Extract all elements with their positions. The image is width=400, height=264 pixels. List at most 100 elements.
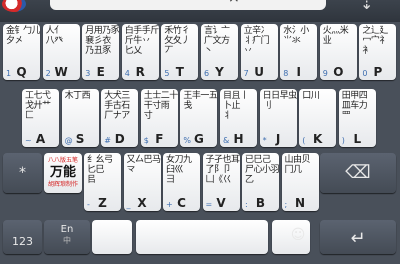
key-roots: 口川 xyxy=(302,91,320,101)
key-letter: X xyxy=(137,196,147,210)
key-roots: 水氵小 ⺌氺 xyxy=(283,26,309,46)
key-letter: U xyxy=(254,65,264,79)
language-label-en: En xyxy=(60,224,74,235)
key-y[interactable]: 言讠亠 广文方 丶6Y xyxy=(201,24,238,80)
key-letter: E xyxy=(96,65,105,79)
key-letter: K xyxy=(313,132,323,146)
language-switch-key[interactable]: En 中 xyxy=(44,220,90,254)
numbers-key[interactable]: 123 xyxy=(3,220,42,254)
collapse-keyboard-icon[interactable]: ⇣ xyxy=(360,0,373,13)
key-roots: 金钅勹儿 夕㐅 xyxy=(6,26,40,46)
key-p[interactable]: 之辶廴 冖宀礻 衤0P xyxy=(359,24,397,80)
key-letter: C xyxy=(177,196,186,210)
key-roots: 木丁西 xyxy=(64,91,91,101)
emoji-icon: ☺ xyxy=(290,227,306,243)
wanneng-title: 八八版五笔 xyxy=(47,157,78,164)
candidate-item[interactable]: — xyxy=(130,0,144,6)
key-letter: I xyxy=(296,65,301,79)
key-roots: 子孑也耳 了阝卩 凵《巜 xyxy=(205,155,240,185)
key-letter: Z xyxy=(98,196,107,210)
key-e[interactable]: 月用乃豕 㐮彡衣 乃丑豕 3 E xyxy=(82,24,120,80)
key-roots: 之辶廴 冖宀礻 衤 xyxy=(362,26,388,56)
key-q[interactable]: 金钅勹儿 夕㐅 1 Q xyxy=(3,24,40,80)
key-roots: 王丰一五 戋 xyxy=(183,91,218,111)
key-letter: B xyxy=(255,196,266,210)
space-key[interactable] xyxy=(136,220,268,254)
key-letter: D xyxy=(114,132,125,146)
wanneng-key[interactable]: 八八版五笔 万能 胡辉琅制作 xyxy=(44,153,82,193)
key-roots: 纟幺弓 匕巳 㠯 xyxy=(87,155,113,185)
enter-icon: ↵ xyxy=(350,228,366,249)
key-letter: V xyxy=(216,196,226,210)
key-d[interactable]: 大犬三 手古石 厂ナア # D xyxy=(101,89,139,147)
candidate-item[interactable]: × xyxy=(228,0,240,6)
key-letter: O xyxy=(333,65,344,79)
key-letter: S xyxy=(75,132,85,146)
key-roots: 又厶巴马 龴 xyxy=(126,155,161,175)
key-roots: 女刀九 臼巛 ⺕ xyxy=(166,155,192,185)
key-letter: A xyxy=(35,132,46,146)
wanneng-subtitle: 胡辉琅制作 xyxy=(47,181,78,188)
key-b[interactable]: 已巳己 尸心小羽 乙:B xyxy=(242,153,279,211)
numbers-label: 123 xyxy=(12,235,33,248)
key-roots: 已巳己 尸心小羽 乙 xyxy=(245,155,279,185)
language-label-zh: 中 xyxy=(63,236,71,245)
key-f[interactable]: 土士二十 干寸雨 寸 $ F xyxy=(140,89,178,147)
key-roots: 立辛冫 丬疒门 丷 xyxy=(243,26,270,56)
key-h[interactable]: 目且丨 卜止 丬 & H xyxy=(220,89,257,147)
key-t[interactable]: 禾竹彳 攵夂丿 丆5T xyxy=(161,24,199,80)
key-roots: 月用乃豕 㐮彡衣 乃丑豕 xyxy=(85,26,120,56)
wanneng-label: 万能 xyxy=(49,165,76,180)
key-roots: 日日早虫 刂 xyxy=(262,91,297,111)
comma-key[interactable] xyxy=(92,220,132,254)
key-letter: W xyxy=(54,65,68,79)
key-roots: 土士二十 干寸雨 寸 xyxy=(143,91,178,121)
key-n[interactable]: 山由贝 冂几; N xyxy=(281,153,319,211)
top-bar: — × — ⇣ xyxy=(0,0,400,22)
key-i[interactable]: 水氵小 ⺌氺 8 I xyxy=(280,24,318,80)
key-letter: L xyxy=(353,132,362,146)
star-key[interactable]: * xyxy=(3,153,42,193)
key-c[interactable]: 女刀九 臼巛 ⺕ + C xyxy=(163,153,200,211)
emoji-key[interactable]: ☺ xyxy=(278,220,318,254)
key-roots: 山由贝 冂几 xyxy=(284,155,311,175)
key-w[interactable]: 人亻 八癶 2 W xyxy=(42,24,80,80)
key-s[interactable]: 木丁西 @ S xyxy=(61,89,99,147)
key-l[interactable]: 田甲四 皿车力 罒) L xyxy=(338,89,376,147)
key-a[interactable]: 工七弋 戈廾艹 匚 ~ A xyxy=(22,89,59,147)
star-label: * xyxy=(19,165,26,181)
backspace-key[interactable]: ⌫ xyxy=(320,153,396,193)
key-x[interactable]: 又厶巴马 龴 _ X xyxy=(123,153,161,211)
key-roots: 火灬米 业 xyxy=(322,26,349,46)
key-roots: 工七弋 戈廾艹 匚 xyxy=(25,91,51,121)
key-g[interactable]: 王丰一五 戋% G xyxy=(180,89,218,147)
key-k[interactable]: 口川(K xyxy=(299,89,337,147)
key-letter: G xyxy=(193,132,204,146)
key-roots: 白手手斤 斤牛丷 匕乂 xyxy=(124,26,159,56)
key-roots: 田甲四 皿车力 罒 xyxy=(341,91,368,121)
candidate-item[interactable]: — xyxy=(280,0,294,6)
key-letter: F xyxy=(155,132,164,146)
key-u[interactable]: 立辛冫 丬疒门 丷7U xyxy=(240,24,278,80)
backspace-icon: ⌫ xyxy=(345,162,371,183)
key-v[interactable]: 子孑也耳 了阝卩 凵《巜 = V xyxy=(202,153,240,211)
key-letter: Q xyxy=(16,65,27,79)
key-j[interactable]: 日日早虫 刂 * J xyxy=(259,89,297,147)
key-roots: 目且丨 卜止 丬 xyxy=(223,91,249,121)
key-z[interactable]: 纟幺弓 匕巳 㠯-Z xyxy=(84,153,121,211)
key-roots: 言讠亠 广文方 丶 xyxy=(204,26,230,56)
candidate-bar[interactable]: — × — xyxy=(50,0,326,10)
key-roots: 大犬三 手古石 厂ナア xyxy=(104,91,130,121)
key-letter: H xyxy=(233,132,244,146)
key-letter: Y xyxy=(215,65,224,79)
key-r[interactable]: 白手手斤 斤牛丷 匕乂 4 R xyxy=(121,24,159,80)
key-letter: N xyxy=(294,196,306,210)
input-method-logo-icon[interactable] xyxy=(2,0,26,12)
key-letter: R xyxy=(135,65,145,79)
key-o[interactable]: 火灬米 业9O xyxy=(319,24,357,80)
key-letter: T xyxy=(175,65,184,79)
key-letter: J xyxy=(275,132,281,146)
key-letter: P xyxy=(373,65,383,79)
key-roots: 禾竹彳 攵夂丿 丆 xyxy=(164,26,190,56)
enter-key[interactable]: ↵ xyxy=(320,220,396,254)
